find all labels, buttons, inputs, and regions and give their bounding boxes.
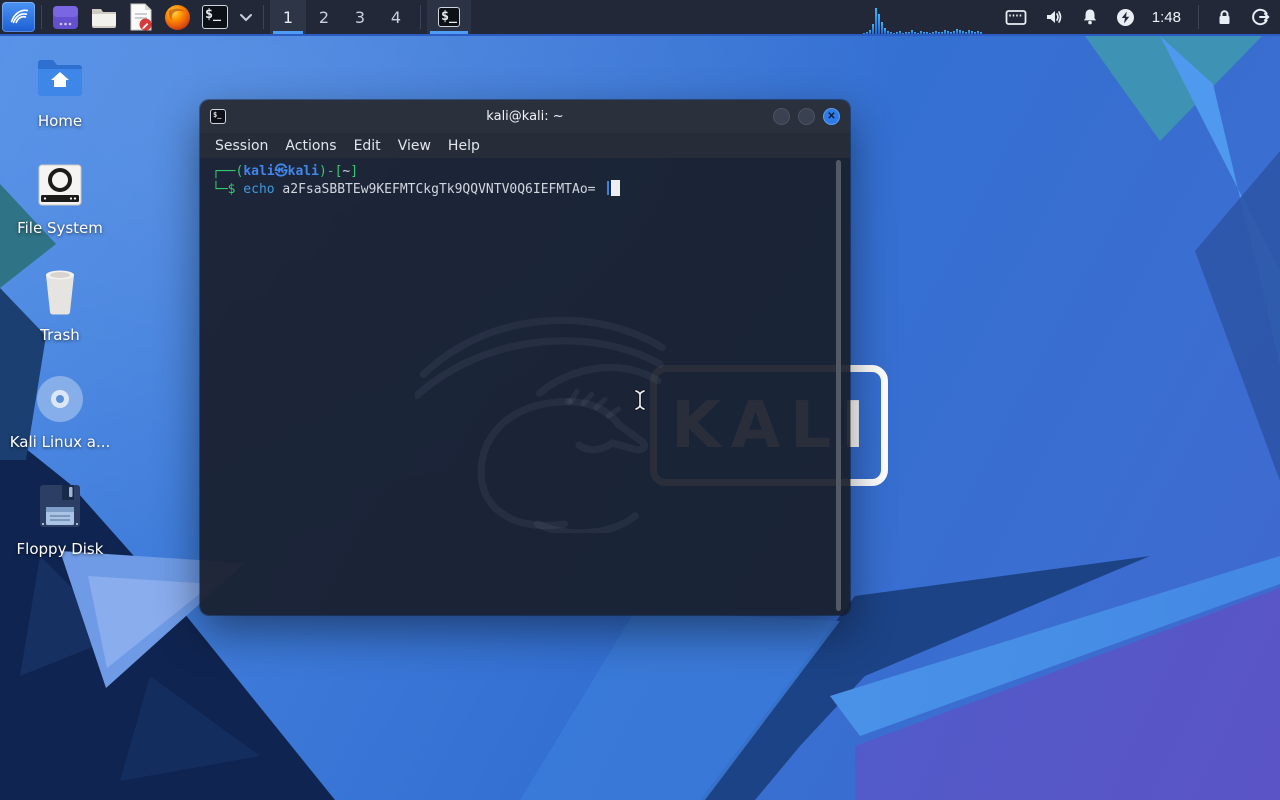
cpu-graph[interactable] bbox=[862, 0, 991, 34]
terminal-titlebar[interactable]: $_ kali@kali: ~ ✕ bbox=[200, 100, 850, 133]
terminal-window: $_ kali@kali: ~ ✕ Session Actions Edit V… bbox=[200, 100, 850, 615]
panel-separator bbox=[1198, 5, 1199, 29]
hard-drive-icon bbox=[37, 159, 83, 211]
prompt-line-1: ┌──(kali㉿kali)-[~] bbox=[212, 164, 359, 179]
workspace-switcher: 1 2 3 4 bbox=[270, 0, 414, 34]
power-manager-icon[interactable] bbox=[1116, 8, 1135, 27]
kali-menu-button[interactable] bbox=[2, 2, 35, 32]
home-folder-icon bbox=[35, 52, 85, 104]
lock-icon[interactable] bbox=[1216, 8, 1233, 26]
logout-icon[interactable] bbox=[1250, 7, 1270, 27]
menu-actions[interactable]: Actions bbox=[285, 138, 336, 154]
expand-chevron-icon[interactable] bbox=[239, 13, 253, 22]
desktop-icon-label: Kali Linux a... bbox=[9, 433, 111, 451]
keyboard-indicator-icon[interactable] bbox=[1005, 9, 1027, 26]
panel-separator bbox=[263, 5, 264, 29]
firefox-icon[interactable] bbox=[164, 4, 191, 31]
desktop-icon-label: File System bbox=[17, 219, 103, 237]
terminal-scrollbar[interactable] bbox=[836, 160, 841, 611]
workspace-3[interactable]: 3 bbox=[342, 0, 378, 34]
top-panel: $_ 1 2 3 4 $_ 1:48 bbox=[0, 0, 1280, 36]
scrollbar-thumb[interactable] bbox=[836, 160, 841, 611]
panel-clock[interactable]: 1:48 bbox=[1152, 9, 1181, 26]
file-manager-icon[interactable] bbox=[90, 5, 118, 29]
launcher-bar: $_ bbox=[48, 3, 257, 31]
terminal-icon: $_ bbox=[202, 5, 228, 29]
text-caret bbox=[606, 181, 609, 195]
text-editor-icon[interactable] bbox=[129, 3, 153, 31]
menu-view[interactable]: View bbox=[398, 138, 431, 154]
close-button[interactable]: ✕ bbox=[823, 108, 840, 125]
menu-edit[interactable]: Edit bbox=[354, 138, 381, 154]
floppy-disk-icon bbox=[38, 480, 82, 532]
terminal-cursor bbox=[610, 180, 620, 196]
desktop-icon-label: Floppy Disk bbox=[16, 540, 104, 558]
prompt-line-2: └─$ echo a2FsaSBBTEw9KEFMTCkgTk9QQVNTV0Q6I… bbox=[212, 180, 850, 198]
menu-help[interactable]: Help bbox=[448, 138, 480, 154]
desktop-icon-floppy[interactable]: Floppy Disk bbox=[10, 480, 110, 558]
system-tray: 1:48 bbox=[1005, 5, 1270, 29]
desktop-icon-kali-cd[interactable]: Kali Linux a... bbox=[10, 373, 110, 451]
trash-can-icon bbox=[40, 266, 80, 318]
kali-dragon-watermark bbox=[415, 316, 666, 533]
workspace-4[interactable]: 4 bbox=[378, 0, 414, 34]
desktop-icon-file-system[interactable]: File System bbox=[10, 159, 110, 237]
window-list-terminal-button[interactable]: $_ bbox=[427, 0, 471, 34]
terminal-menubar: Session Actions Edit View Help bbox=[200, 133, 850, 158]
desktop-icon-home[interactable]: Home bbox=[10, 52, 110, 130]
workspace-2[interactable]: 2 bbox=[306, 0, 342, 34]
cdrom-disc-icon bbox=[36, 373, 84, 425]
terminal-screen[interactable]: ┌──(kali㉿kali)-[~] └─$ echo a2FsaSBBTEw9KE… bbox=[200, 158, 850, 615]
notifications-bell-icon[interactable] bbox=[1081, 8, 1099, 26]
workspace-1[interactable]: 1 bbox=[270, 0, 306, 34]
menu-session[interactable]: Session bbox=[215, 138, 268, 154]
desktop-icon-label: Trash bbox=[40, 326, 80, 344]
panel-separator bbox=[41, 5, 42, 29]
panel-separator bbox=[420, 5, 421, 29]
volume-icon[interactable] bbox=[1044, 8, 1064, 26]
desktop-icon-label: Home bbox=[37, 112, 83, 130]
terminal-icon: $_ bbox=[210, 109, 226, 124]
terminal-icon: $_ bbox=[438, 7, 460, 27]
window-title: kali@kali: ~ bbox=[486, 109, 564, 124]
kali-dragon-icon bbox=[8, 5, 30, 30]
minimize-button[interactable] bbox=[773, 108, 790, 125]
maximize-button[interactable] bbox=[798, 108, 815, 125]
desktop-icon-trash[interactable]: Trash bbox=[10, 266, 110, 344]
terminal-launcher-icon[interactable]: $_ bbox=[202, 5, 228, 29]
app-window-purple-icon[interactable] bbox=[52, 4, 79, 31]
